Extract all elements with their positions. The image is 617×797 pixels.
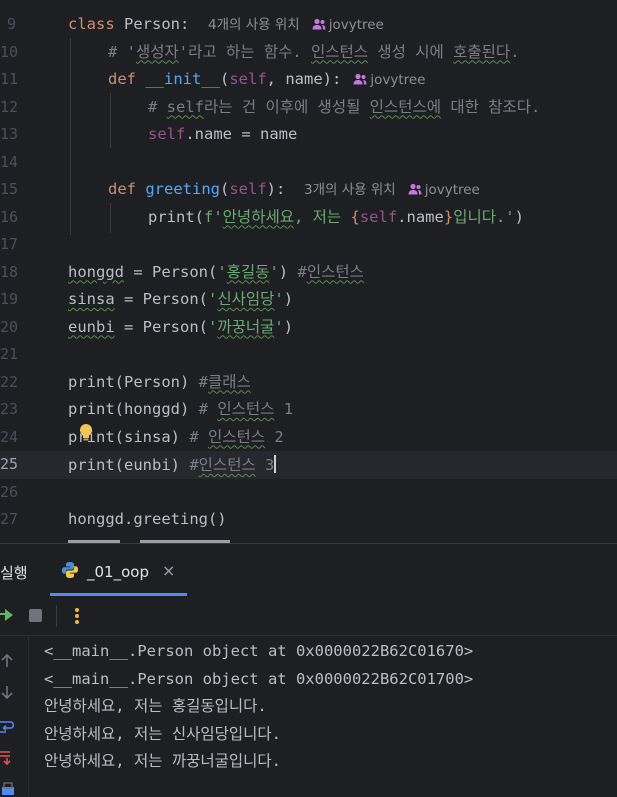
- code-line[interactable]: 11 def __init__(self, name): jovytree: [0, 66, 617, 94]
- line-number: 17: [0, 235, 19, 253]
- code-line-current[interactable]: 25 print(eunbi) #인스턴스 3: [0, 451, 617, 479]
- code-line[interactable]: 9 class Person: 4개의 사용 위치 jovytree: [0, 11, 617, 39]
- line-number: 14: [0, 152, 19, 171]
- code-line[interactable]: 15 def greeting(self): 3개의 사용 위치 jovytree: [0, 176, 617, 204]
- person-icon: [312, 16, 326, 30]
- tab-01-oop[interactable]: _01_oop ×: [50, 544, 187, 596]
- console-output-line: 안녕하세요, 저는 신사임당입니다.: [44, 725, 281, 743]
- line-number: 21: [0, 345, 19, 363]
- lightbulb-icon[interactable]: [77, 422, 95, 442]
- line-number: 10: [0, 42, 19, 61]
- code-line[interactable]: 19 sinsa = Person('신사임당'): [0, 286, 617, 314]
- code-text: # self라는 건 이후에 생성될 인스턴스에 대한 참조다.: [148, 97, 541, 116]
- code-line[interactable]: 21: [0, 341, 617, 369]
- code-line[interactable]: 16 print(f'안녕하세요, 저는 {self.name}입니다.'): [0, 204, 617, 232]
- line-number: 15: [0, 180, 19, 198]
- line-number: 22: [0, 372, 19, 391]
- code-text: class Person: 4개의 사용 위치 jovytree: [68, 15, 384, 33]
- run-window-title: 실행: [0, 564, 28, 582]
- line-number: 26: [0, 482, 19, 501]
- line-number: 9: [6, 15, 16, 33]
- clipped-code-line: [68, 540, 230, 543]
- code-text: print(sinsa) # 인스턴스 2: [68, 427, 284, 446]
- line-number: 20: [0, 317, 19, 336]
- author-hint[interactable]: jovytree: [370, 72, 425, 88]
- console-output-line: 안녕하세요, 저는 까꿍너굴입니다.: [44, 752, 281, 770]
- line-number: 11: [0, 70, 19, 88]
- line-number: 24: [0, 427, 19, 446]
- code-line[interactable]: 13 self.name = name: [0, 121, 617, 149]
- code-line[interactable]: 17: [0, 231, 617, 259]
- toolbar-separator: [56, 605, 57, 627]
- code-text: print(eunbi) #인스턴스 3: [68, 455, 277, 474]
- run-console[interactable]: <__main__.Person object at 0x0000022B62C…: [0, 636, 617, 796]
- python-icon: [62, 562, 78, 578]
- console-output-line: 안녕하세요, 저는 홍길동입니다.: [44, 697, 267, 715]
- scroll-to-end-icon[interactable]: [0, 750, 14, 766]
- run-toolbar: [0, 597, 617, 636]
- more-options-icon[interactable]: [74, 606, 80, 626]
- line-number: 13: [0, 125, 19, 143]
- scroll-down-icon[interactable]: [0, 684, 14, 700]
- run-tool-window-header: 실행 _01_oop ×: [0, 543, 617, 597]
- code-editor[interactable]: 9 class Person: 4개의 사용 위치 jovytree 10 # '…: [0, 0, 617, 543]
- code-text: print(f'안녕하세요, 저는 {self.name}입니다.'): [148, 207, 524, 226]
- code-text: print(honggd) # 인스턴스 1: [68, 400, 294, 418]
- line-number: 25: [0, 455, 19, 473]
- code-line[interactable]: 14: [0, 149, 617, 177]
- soft-wrap-icon[interactable]: [0, 718, 14, 734]
- code-text: sinsa = Person('신사임당'): [68, 290, 294, 308]
- code-line[interactable]: 12 # self라는 건 이후에 생성될 인스턴스에 대한 참조다.: [0, 94, 617, 122]
- code-text: def greeting(self): 3개의 사용 위치 jovytree: [108, 180, 480, 198]
- code-line[interactable]: 23 print(honggd) # 인스턴스 1: [0, 396, 617, 424]
- print-icon[interactable]: [0, 781, 14, 797]
- code-line[interactable]: 10 # '생성자'라고 하는 함수. 인스턴스 생성 시에 호출된다.: [0, 39, 617, 67]
- text-caret: [274, 455, 277, 473]
- usages-hint[interactable]: 4개의 사용 위치: [208, 17, 300, 33]
- code-line[interactable]: 22 print(Person) #클래스: [0, 369, 617, 397]
- author-hint[interactable]: jovytree: [425, 182, 480, 198]
- line-number: 19: [0, 290, 19, 308]
- code-line[interactable]: 27 honggd.greeting(): [0, 506, 617, 534]
- code-text: self.name = name: [148, 125, 298, 143]
- code-text: eunbi = Person('까꿍너굴'): [68, 317, 294, 336]
- stop-icon[interactable]: [29, 609, 42, 622]
- console-output-line: <__main__.Person object at 0x0000022B62C…: [44, 670, 474, 688]
- active-tab-indicator: [50, 593, 187, 596]
- line-number: 12: [0, 97, 19, 116]
- usages-hint[interactable]: 3개의 사용 위치: [304, 182, 396, 198]
- tab-title: _01_oop: [87, 563, 149, 581]
- code-text: def __init__(self, name): jovytree: [108, 70, 426, 88]
- code-line[interactable]: 26: [0, 479, 617, 507]
- person-icon: [408, 181, 422, 195]
- author-hint[interactable]: jovytree: [329, 17, 384, 33]
- line-number: 23: [0, 400, 19, 418]
- code-line[interactable]: 20 eunbi = Person('까꿍너굴'): [0, 314, 617, 342]
- console-output-line: <__main__.Person object at 0x0000022B62C…: [44, 642, 474, 660]
- rerun-icon[interactable]: [0, 607, 14, 623]
- line-number: 18: [0, 262, 19, 281]
- scroll-up-icon[interactable]: [0, 653, 14, 669]
- code-text: honggd = Person('홍길동') #인스턴스: [68, 262, 364, 281]
- close-icon[interactable]: ×: [162, 561, 175, 580]
- code-text: honggd.greeting(): [68, 510, 227, 528]
- line-number: 16: [0, 207, 19, 226]
- console-side-toolbar: [0, 636, 29, 796]
- code-text: # '생성자'라고 하는 함수. 인스턴스 생성 시에 호출된다.: [108, 42, 520, 61]
- code-text: print(Person) #클래스: [68, 372, 251, 391]
- code-line[interactable]: 18 honggd = Person('홍길동') #인스턴스: [0, 259, 617, 287]
- code-line-partial: [0, 534, 617, 543]
- person-icon: [353, 71, 367, 85]
- line-number: 27: [0, 510, 19, 528]
